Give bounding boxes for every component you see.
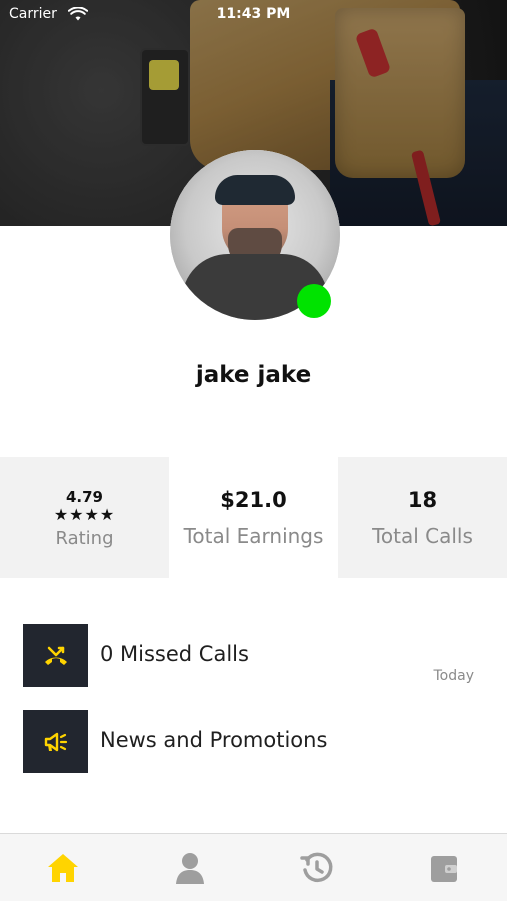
megaphone-icon [23, 710, 88, 773]
missed-call-icon [23, 624, 88, 687]
earnings-label: Total Earnings [183, 523, 324, 548]
bottom-nav [0, 833, 507, 901]
news-label: News and Promotions [100, 728, 328, 752]
nav-profile[interactable] [127, 834, 254, 901]
history-icon [300, 852, 333, 882]
nav-home[interactable] [0, 834, 127, 901]
list-item-missed-calls[interactable]: 0 Missed Calls Today [0, 624, 507, 688]
rating-stars: ★★★★ [53, 505, 116, 524]
earnings-value: $21.0 [220, 487, 287, 512]
stat-calls: 18 Total Calls [338, 457, 507, 578]
nav-history[interactable] [254, 834, 381, 901]
nav-wallet[interactable] [380, 834, 507, 901]
profile-icon [176, 852, 205, 884]
calls-value: 18 [407, 487, 438, 512]
profile-name: jake jake [195, 362, 312, 388]
online-status-indicator [297, 284, 331, 318]
rating-value: 4.79 [65, 488, 103, 506]
status-bar: Carrier 11:43 PM [0, 0, 507, 30]
home-icon [48, 853, 79, 882]
stat-earnings: $21.0 Total Earnings [169, 457, 338, 578]
missed-calls-label: 0 Missed Calls [100, 642, 249, 666]
rating-label: Rating [55, 528, 114, 549]
calls-label: Total Calls [372, 523, 473, 548]
avatar-cap [215, 175, 295, 205]
stat-rating: 4.79 ★★★★ Rating [0, 457, 169, 578]
wallet-icon [430, 855, 457, 882]
status-time: 11:43 PM [216, 6, 291, 22]
stats-row: 4.79 ★★★★ Rating $21.0 Total Earnings 18… [0, 457, 507, 578]
list-item-news[interactable]: News and Promotions [0, 710, 507, 774]
missed-calls-date: Today [433, 668, 475, 684]
